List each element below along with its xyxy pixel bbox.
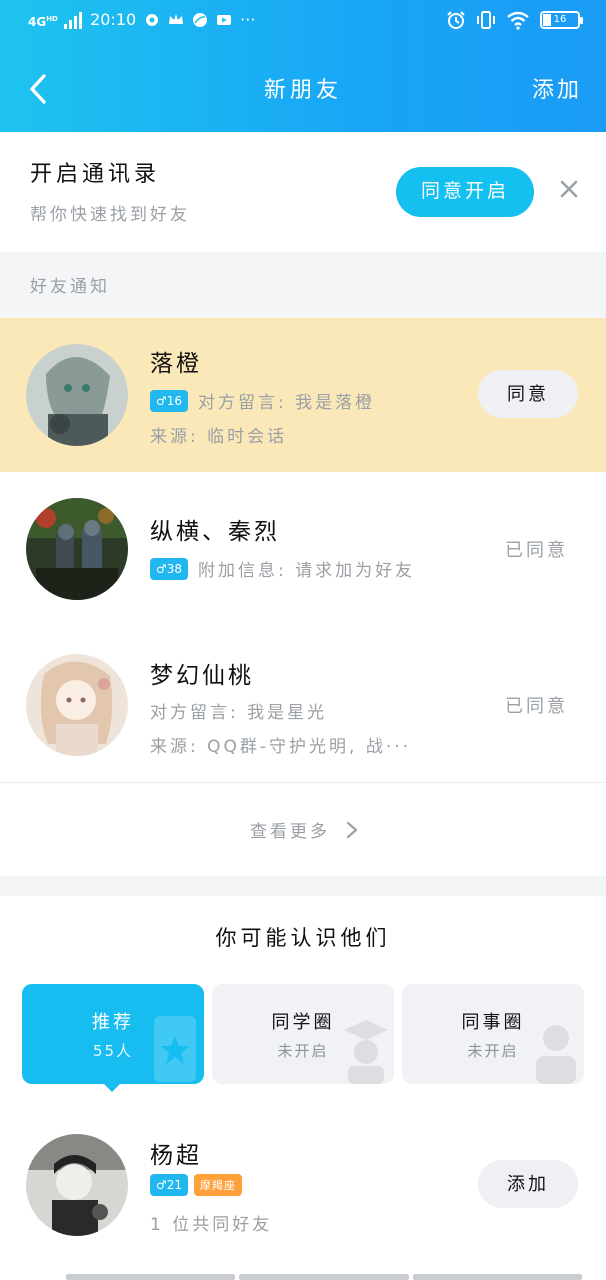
person-badges: ♂21 摩羯座 bbox=[150, 1174, 243, 1196]
signal-icon bbox=[64, 11, 83, 29]
active-tab-pointer bbox=[102, 1082, 122, 1092]
avatar[interactable] bbox=[26, 1134, 128, 1236]
close-icon[interactable] bbox=[558, 178, 580, 200]
add-button[interactable]: 添加 bbox=[478, 1160, 578, 1208]
graduation-cap-icon bbox=[344, 1020, 388, 1084]
avatar[interactable] bbox=[26, 344, 128, 446]
contacts-banner-subtitle: 帮你快速找到好友 bbox=[30, 205, 190, 225]
suggestions-heading: 你可能认识他们 bbox=[215, 926, 391, 950]
gender-age-badge: ♂21 bbox=[150, 1174, 189, 1196]
enable-contacts-button[interactable]: 同意开启 bbox=[396, 167, 534, 217]
wifi-icon bbox=[507, 11, 529, 30]
see-more-button[interactable]: 查看更多 bbox=[0, 782, 606, 876]
requester-name: 梦幻仙桃 bbox=[150, 663, 254, 689]
network-indicator: 4GHD bbox=[28, 11, 83, 29]
ball-icon bbox=[193, 12, 208, 27]
tab-recommended[interactable]: 推荐 55人 bbox=[22, 984, 204, 1084]
zodiac-badge: 摩羯座 bbox=[194, 1174, 243, 1196]
request-message: ♂16 对方留言: 我是落橙 bbox=[150, 388, 375, 413]
nav-bar: 新朋友 添加 bbox=[0, 60, 606, 116]
accepted-status: 已同意 bbox=[505, 696, 568, 717]
app-header: 4GHD 20:10 ··· 16 新朋友 添加 bbox=[0, 0, 606, 132]
clock: 20:10 bbox=[90, 10, 137, 29]
more-notifications: ··· bbox=[240, 10, 256, 29]
people-you-may-know: 你可能认识他们 推荐 55人 同学圈 未开启 同事圈 未开启 杨超 ♂21 摩羯… bbox=[0, 896, 606, 1280]
contacts-banner: 开启通讯录 帮你快速找到好友 同意开启 bbox=[0, 132, 606, 252]
request-source: 来源: 临时会话 bbox=[150, 427, 288, 447]
suggested-person-row[interactable]: 杨超 ♂21 摩羯座 1 位共同好友 添加 bbox=[0, 1130, 606, 1240]
friend-request-row[interactable]: 梦幻仙桃 对方留言: 我是星光 来源: QQ群-守护光明, 战··· 已同意 bbox=[0, 626, 606, 782]
avatar[interactable] bbox=[26, 498, 128, 600]
alarm-icon bbox=[447, 11, 465, 29]
requester-name: 纵横、秦烈 bbox=[150, 519, 280, 545]
tab-classmates[interactable]: 同学圈 未开启 bbox=[212, 984, 394, 1084]
contacts-banner-title: 开启通讯录 bbox=[30, 162, 161, 187]
accepted-status: 已同意 bbox=[505, 540, 568, 561]
gender-age-badge: ♂38 bbox=[150, 557, 189, 580]
chat-notification-icon bbox=[146, 13, 159, 26]
crown-icon bbox=[169, 13, 184, 24]
tab-colleagues[interactable]: 同事圈 未开启 bbox=[402, 984, 584, 1084]
bottom-bar-fragment bbox=[66, 1274, 582, 1280]
requester-name: 落橙 bbox=[150, 351, 202, 377]
request-source: 来源: QQ群-守护光明, 战··· bbox=[150, 737, 412, 757]
avatar[interactable] bbox=[26, 654, 128, 756]
video-icon bbox=[217, 14, 232, 25]
friend-request-row[interactable]: 落橙 ♂16 对方留言: 我是落橙 来源: 临时会话 同意 bbox=[0, 318, 606, 472]
star-card-icon bbox=[154, 1016, 196, 1082]
friend-request-row[interactable]: 纵横、秦烈 ♂38 附加信息: 请求加为好友 已同意 bbox=[0, 472, 606, 626]
status-bar: 4GHD 20:10 ··· 16 bbox=[0, 0, 606, 44]
person-name: 杨超 bbox=[150, 1143, 202, 1169]
see-more-label: 查看更多 bbox=[250, 822, 330, 842]
battery-indicator: 16 bbox=[540, 11, 583, 29]
mutual-friends: 1 位共同好友 bbox=[150, 1215, 273, 1235]
friend-notifications-label: 好友通知 bbox=[30, 277, 110, 297]
colleague-icon bbox=[536, 1025, 576, 1084]
vibrate-icon bbox=[477, 11, 495, 29]
gender-age-badge: ♂16 bbox=[150, 389, 189, 412]
accept-button[interactable]: 同意 bbox=[478, 370, 578, 418]
request-message: 对方留言: 我是星光 bbox=[150, 703, 328, 723]
chevron-right-icon bbox=[346, 821, 358, 839]
add-friend-button[interactable]: 添加 bbox=[532, 72, 582, 104]
request-message: ♂38 附加信息: 请求加为好友 bbox=[150, 556, 415, 581]
page-title: 新朋友 bbox=[263, 78, 342, 103]
